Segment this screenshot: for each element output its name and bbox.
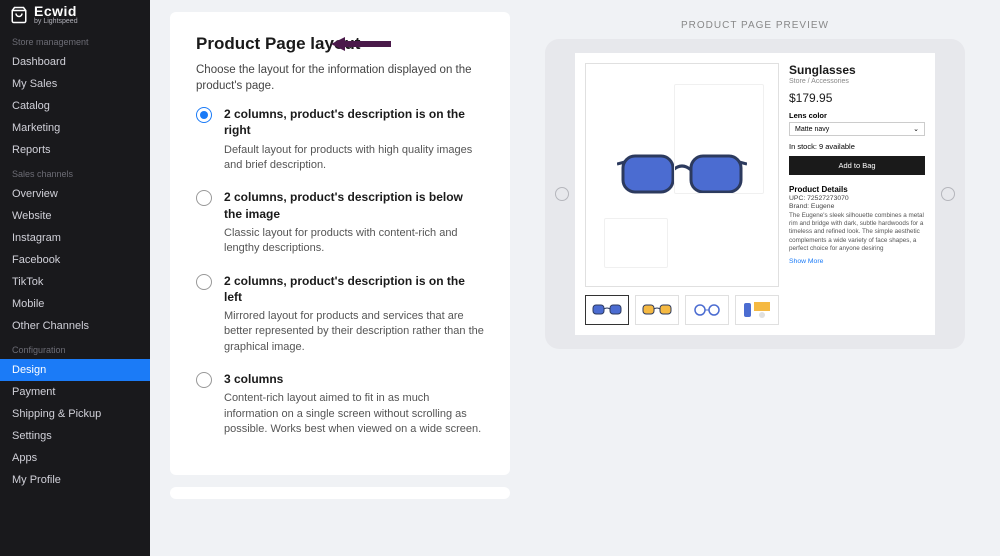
sidebar-item-settings[interactable]: Settings	[0, 425, 150, 447]
shopping-bag-icon	[10, 6, 28, 24]
main-product-image	[585, 63, 779, 287]
show-more-link[interactable]: Show More	[789, 258, 925, 265]
preview-screen: Sunglasses Store / Accessories $179.95 L…	[575, 53, 935, 335]
tablet-home-icon	[555, 187, 569, 201]
sidebar-item-marketing[interactable]: Marketing	[0, 117, 150, 139]
stock-status: In stock: 9 available	[789, 142, 925, 151]
preview-images	[585, 63, 779, 325]
chevron-down-icon: ⌄	[913, 125, 919, 133]
product-title: Sunglasses	[789, 63, 925, 77]
annotation-arrow-icon	[331, 35, 391, 58]
lens-color-select[interactable]: Matte navy ⌄	[789, 122, 925, 136]
sidebar-item-my-profile[interactable]: My Profile	[0, 469, 150, 491]
radio-icon[interactable]	[196, 274, 212, 290]
option-title: 2 columns, product's description is on t…	[224, 273, 484, 305]
sidebar-item-overview[interactable]: Overview	[0, 183, 150, 205]
preview-panel: PRODUCT PAGE PREVIEW	[530, 12, 980, 544]
sidebar-item-facebook[interactable]: Facebook	[0, 249, 150, 271]
main-content: Product Page layout Choose the layout fo…	[150, 0, 1000, 556]
sidebar-item-shipping[interactable]: Shipping & Pickup	[0, 403, 150, 425]
tablet-home-icon	[941, 187, 955, 201]
option-3col[interactable]: 3 columns Content-rich layout aimed to f…	[196, 371, 484, 437]
thumb-3[interactable]	[685, 295, 729, 325]
option-right[interactable]: 2 columns, product's description is on t…	[196, 106, 484, 173]
thumb-4[interactable]	[735, 295, 779, 325]
sidebar-item-reports[interactable]: Reports	[0, 139, 150, 161]
sidebar-item-tiktok[interactable]: TikTok	[0, 271, 150, 293]
layout-options: 2 columns, product's description is on t…	[196, 106, 484, 437]
logo-text: Ecwid	[34, 4, 78, 18]
option-title: 2 columns, product's description is on t…	[224, 106, 484, 138]
sidebar-item-instagram[interactable]: Instagram	[0, 227, 150, 249]
next-card-peek	[170, 487, 510, 499]
add-to-bag-button[interactable]: Add to Bag	[789, 156, 925, 175]
sidebar-item-dashboard[interactable]: Dashboard	[0, 51, 150, 73]
logo: Ecwid by Lightspeed	[0, 0, 150, 29]
long-description: The Eugene's sleek silhouette combines a…	[789, 212, 925, 253]
sidebar-item-other-channels[interactable]: Other Channels	[0, 315, 150, 337]
brand-line: Brand: Eugene	[789, 203, 925, 210]
layout-card: Product Page layout Choose the layout fo…	[170, 12, 510, 475]
option-desc: Content-rich layout aimed to fit in as m…	[224, 391, 484, 437]
sidebar-item-apps[interactable]: Apps	[0, 447, 150, 469]
select-value: Matte navy	[795, 126, 829, 133]
card-desc: Choose the layout for the information di…	[196, 62, 484, 94]
card-title: Product Page layout	[196, 34, 360, 54]
option-desc: Classic layout for products with content…	[224, 226, 484, 257]
section-label-config: Configuration	[0, 337, 150, 359]
attr-label: Lens color	[789, 111, 925, 120]
radio-icon[interactable]	[196, 107, 212, 123]
option-desc: Mirrored layout for products and service…	[224, 309, 484, 355]
thumbnail-row	[585, 295, 779, 325]
product-price: $179.95	[789, 91, 925, 105]
details-heading: Product Details	[789, 185, 925, 194]
upc-line: UPC: 72527273070	[789, 195, 925, 202]
sidebar-item-my-sales[interactable]: My Sales	[0, 73, 150, 95]
logo-subtext: by Lightspeed	[34, 18, 78, 25]
option-left[interactable]: 2 columns, product's description is on t…	[196, 273, 484, 356]
option-title: 2 columns, product's description is belo…	[224, 189, 484, 221]
sidebar-item-design[interactable]: Design	[0, 359, 150, 381]
preview-label: PRODUCT PAGE PREVIEW	[681, 20, 829, 31]
radio-icon[interactable]	[196, 190, 212, 206]
thumb-1[interactable]	[585, 295, 629, 325]
section-label-store: Store management	[0, 29, 150, 51]
sidebar-item-catalog[interactable]: Catalog	[0, 95, 150, 117]
breadcrumb: Store / Accessories	[789, 78, 925, 85]
sidebar-item-mobile[interactable]: Mobile	[0, 293, 150, 315]
thumb-2[interactable]	[635, 295, 679, 325]
option-below[interactable]: 2 columns, product's description is belo…	[196, 189, 484, 256]
sidebar: Ecwid by Lightspeed Store management Das…	[0, 0, 150, 556]
option-title: 3 columns	[224, 371, 484, 387]
section-label-sales: Sales channels	[0, 161, 150, 183]
radio-icon[interactable]	[196, 372, 212, 388]
sidebar-item-website[interactable]: Website	[0, 205, 150, 227]
sidebar-item-payment[interactable]: Payment	[0, 381, 150, 403]
preview-details: Sunglasses Store / Accessories $179.95 L…	[789, 63, 925, 325]
tablet-frame: Sunglasses Store / Accessories $179.95 L…	[545, 39, 965, 349]
option-desc: Default layout for products with high qu…	[224, 143, 484, 174]
